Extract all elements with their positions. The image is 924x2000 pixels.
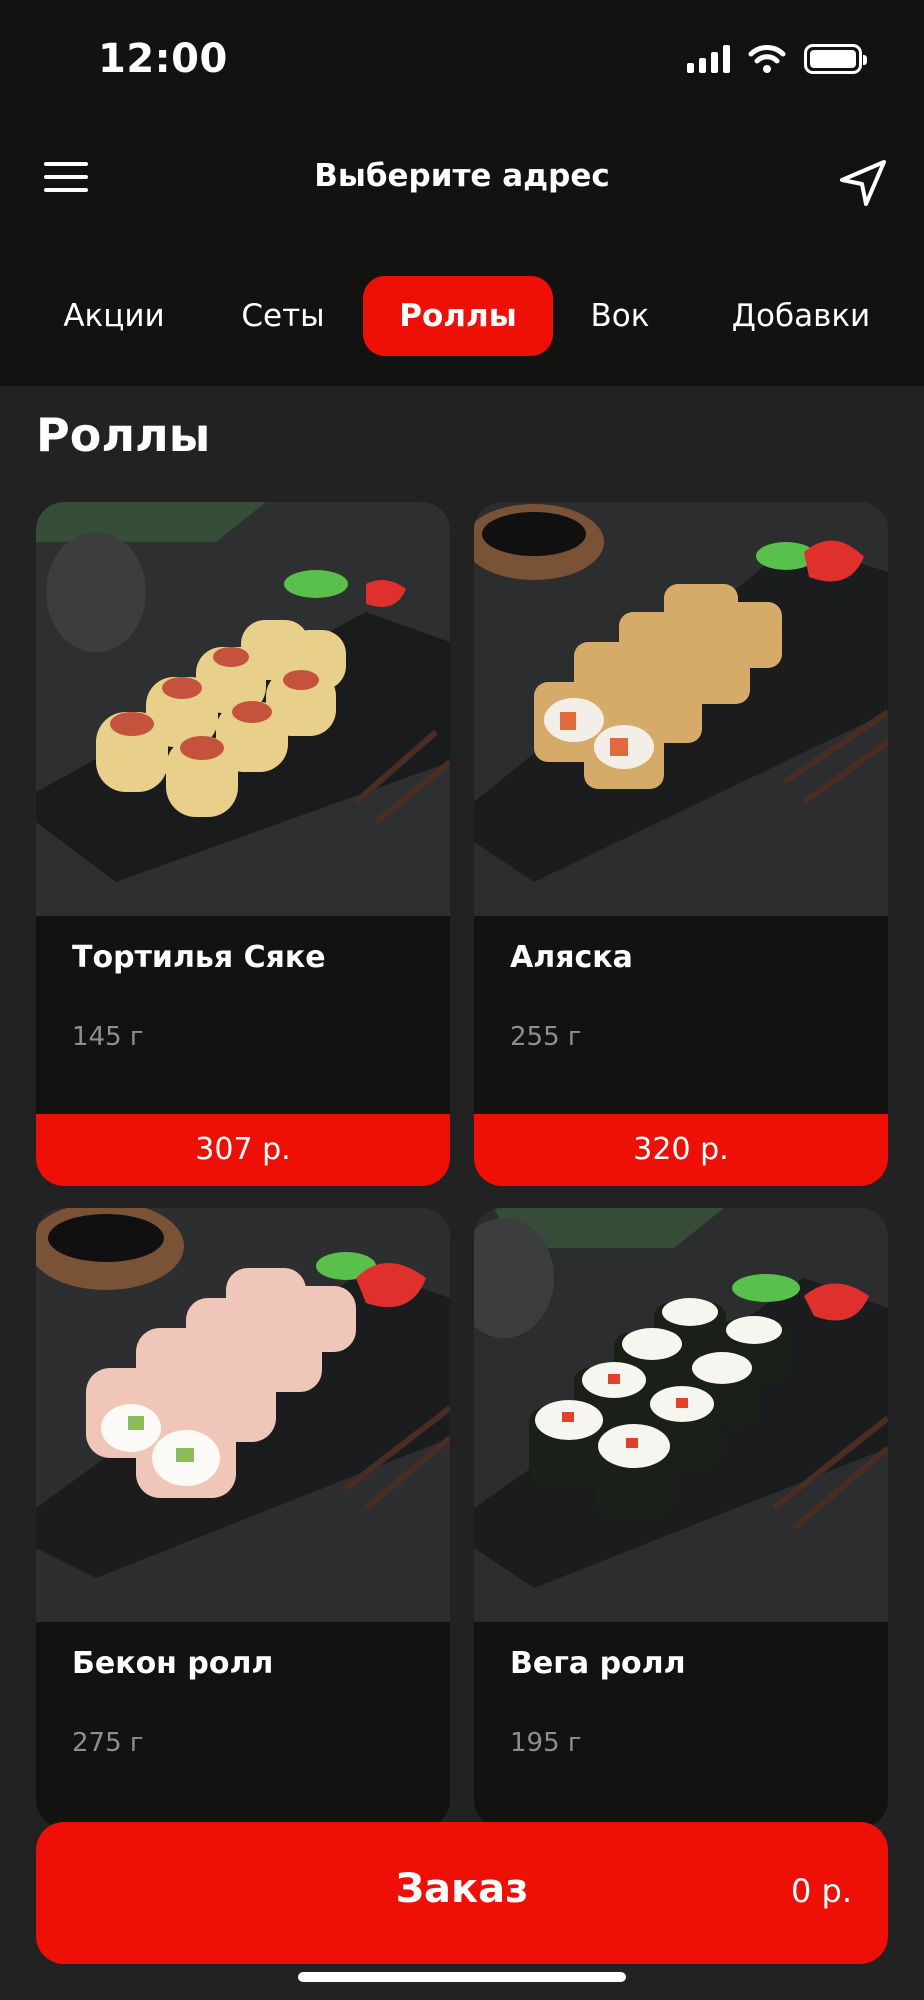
order-label: Заказ — [395, 1866, 529, 1912]
product-price-button[interactable]: 320 р. — [474, 1114, 888, 1186]
product-image — [36, 502, 450, 916]
battery-icon — [804, 44, 867, 74]
navigation-arrow-icon[interactable] — [836, 156, 890, 210]
section-title: Роллы — [36, 408, 211, 462]
product-name: Бекон ролл — [72, 1646, 274, 1681]
signal-icon — [687, 45, 730, 73]
wifi-icon — [748, 45, 786, 73]
status-icons — [687, 44, 867, 74]
product-card[interactable]: Тортилья Сяке 145 г 307 р. — [36, 502, 450, 1186]
product-weight: 255 г — [510, 1022, 582, 1052]
tab-sets[interactable]: Сеты — [228, 276, 338, 356]
order-button[interactable]: Заказ 0 р. — [36, 1822, 888, 1964]
product-image — [474, 502, 888, 916]
product-weight: 195 г — [510, 1728, 582, 1758]
product-card[interactable]: Вега ролл 195 г — [474, 1208, 888, 1828]
category-tabs: Акции Сеты Роллы Вок Добавки — [0, 260, 924, 386]
product-name: Вега ролл — [510, 1646, 686, 1681]
product-name: Аляска — [510, 940, 633, 975]
tab-wok[interactable]: Вок — [580, 276, 660, 356]
order-total: 0 р. — [790, 1872, 852, 1910]
tab-promotions[interactable]: Акции — [44, 276, 184, 356]
product-price-button[interactable]: 307 р. — [36, 1114, 450, 1186]
tab-extras[interactable]: Добавки — [716, 276, 886, 356]
product-card[interactable]: Аляска 255 г 320 р. — [474, 502, 888, 1186]
app-header: Выберите адрес — [0, 120, 924, 260]
status-time: 12:00 — [98, 36, 228, 82]
product-weight: 145 г — [72, 1022, 144, 1052]
address-selector[interactable]: Выберите адрес — [0, 158, 924, 194]
home-indicator[interactable] — [298, 1972, 626, 1982]
status-bar: 12:00 — [0, 0, 924, 120]
tab-rolls[interactable]: Роллы — [363, 276, 553, 356]
product-card[interactable]: Бекон ролл 275 г — [36, 1208, 450, 1828]
product-image — [36, 1208, 450, 1622]
product-name: Тортилья Сяке — [72, 940, 326, 975]
product-weight: 275 г — [72, 1728, 144, 1758]
product-image — [474, 1208, 888, 1622]
